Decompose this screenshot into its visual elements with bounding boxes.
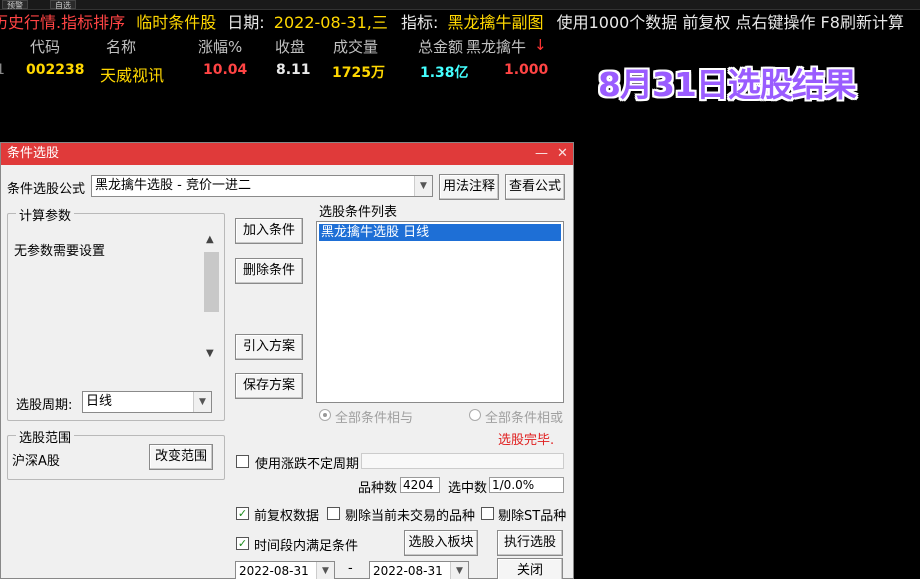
indicator-value: 黑龙擒牛副图 bbox=[447, 13, 544, 32]
chevron-down-icon[interactable]: ▼ bbox=[193, 392, 211, 412]
to-block-button[interactable]: 选股入板块 bbox=[404, 530, 478, 556]
chevron-down-icon[interactable]: ▼ bbox=[414, 176, 432, 196]
condition-selection-dialog: 条件选股 — ✕ 条件选股公式 黑龙擒牛选股 - 竞价一进二 ▼ 用法注释 查看… bbox=[0, 142, 574, 579]
minimize-icon[interactable]: — bbox=[535, 143, 548, 165]
info-tail: 使用1000个数据 前复权 点右键操作 F8刷新计算 bbox=[556, 13, 904, 32]
period-select[interactable]: 日线 ▼ bbox=[82, 391, 212, 413]
params-text: 无参数需要设置 bbox=[14, 244, 106, 259]
uncertain-period-field[interactable] bbox=[361, 453, 564, 469]
cell-code: 002238 bbox=[26, 62, 85, 78]
table-header: 代码 名称 涨幅% 收盘 成交量 总金额 黑龙擒牛 ↓ bbox=[0, 36, 560, 58]
cell-signal: 1.000 bbox=[504, 62, 549, 78]
cell-volume: 1725万 bbox=[332, 65, 385, 81]
cell-amount: 1.38亿 bbox=[420, 65, 469, 81]
cell-name: 天威视讯 bbox=[100, 66, 165, 85]
time-range-label: 时间段内满足条件 bbox=[254, 539, 359, 554]
chevron-down-icon[interactable]: ▼ bbox=[450, 562, 468, 579]
radio-and[interactable] bbox=[319, 409, 331, 421]
params-group-title: 计算参数 bbox=[16, 205, 75, 224]
delete-condition-button[interactable]: 删除条件 bbox=[235, 258, 303, 284]
radio-or[interactable] bbox=[469, 409, 481, 421]
execute-selection-button[interactable]: 执行选股 bbox=[497, 530, 563, 556]
uncertain-period-label: 使用涨跌不定周期 bbox=[255, 457, 360, 472]
date-from-value: 2022-08-31 bbox=[239, 564, 309, 578]
exclude-st-checkbox[interactable] bbox=[481, 507, 494, 520]
radio-or-label: 全部条件相或 bbox=[485, 411, 564, 426]
dialog-title: 条件选股 bbox=[7, 146, 60, 161]
selection-result-title: 8月31日选股结果 bbox=[598, 65, 857, 104]
selected-label: 选中数 bbox=[448, 481, 488, 496]
range-group: 选股范围 沪深A股 改变范围 bbox=[7, 427, 225, 480]
date-from-picker[interactable]: 2022-08-31 ▼ bbox=[235, 561, 335, 579]
period-value: 日线 bbox=[86, 394, 113, 409]
status-text: 选股完毕. bbox=[498, 433, 555, 448]
exclude-st-label: 剔除ST品种 bbox=[498, 509, 567, 524]
pre-adjust-checkbox[interactable]: ✓ bbox=[236, 507, 249, 520]
import-plan-button[interactable]: 引入方案 bbox=[235, 334, 303, 360]
top-tab-strip: 预警 自选 bbox=[0, 0, 920, 10]
params-group: 计算参数 无参数需要设置 ▲ ▼ 选股周期: 日线 ▼ bbox=[7, 205, 225, 421]
date-value: 2022-08-31,三 bbox=[273, 13, 388, 32]
scroll-down-icon[interactable]: ▼ bbox=[206, 348, 214, 359]
radio-and-label: 全部条件相与 bbox=[335, 411, 414, 426]
condition-list-label: 选股条件列表 bbox=[319, 205, 398, 220]
close-button[interactable]: 关闭 bbox=[497, 558, 563, 579]
table-row[interactable]: 1 002238 天威视讯 10.04 8.11 1725万 1.38亿 1.0… bbox=[0, 62, 560, 85]
date-to-value: 2022-08-31 bbox=[373, 564, 443, 578]
col-signal[interactable]: 黑龙擒牛 bbox=[466, 36, 526, 57]
date-to-picker[interactable]: 2022-08-31 ▼ bbox=[369, 561, 469, 579]
top-tab-2[interactable]: 自选 bbox=[50, 0, 76, 10]
scroll-up-icon[interactable]: ▲ bbox=[206, 234, 214, 245]
chevron-down-icon[interactable]: ▼ bbox=[316, 562, 334, 579]
formula-select[interactable]: 黑龙擒牛选股 - 竞价一进二 ▼ bbox=[91, 175, 433, 197]
info-bar: 历史行情.指标排序 临时条件股 日期: 2022-08-31,三 指标: 黑龙擒… bbox=[0, 10, 920, 35]
col-amount[interactable]: 总金额 bbox=[418, 36, 463, 57]
selected-value: 1/0.0% bbox=[489, 477, 564, 493]
exclude-not-traded-label: 剔除当前未交易的品种 bbox=[345, 509, 476, 524]
period-label: 选股周期: bbox=[16, 398, 73, 413]
scroll-thumb[interactable] bbox=[204, 252, 219, 312]
count-label: 品种数 bbox=[358, 481, 398, 496]
indicator-label: 指标: bbox=[400, 13, 439, 32]
date-label: 日期: bbox=[227, 13, 265, 32]
cell-close: 8.11 bbox=[276, 62, 311, 78]
sort-desc-icon: ↓ bbox=[534, 36, 547, 54]
time-range-checkbox[interactable]: ✓ bbox=[236, 537, 249, 550]
close-icon[interactable]: ✕ bbox=[557, 143, 568, 165]
formula-label: 条件选股公式 bbox=[7, 182, 86, 197]
dialog-titlebar[interactable]: 条件选股 — ✕ bbox=[1, 143, 573, 165]
add-condition-button[interactable]: 加入条件 bbox=[235, 218, 303, 244]
formula-value: 黑龙擒牛选股 - 竞价一进二 bbox=[95, 178, 251, 193]
col-code[interactable]: 代码 bbox=[30, 36, 60, 57]
cell-change: 10.04 bbox=[203, 62, 248, 78]
list-item[interactable]: 黑龙擒牛选股 日线 bbox=[319, 224, 561, 241]
temp-condition-text: 临时条件股 bbox=[136, 13, 217, 32]
col-volume[interactable]: 成交量 bbox=[333, 36, 378, 57]
col-name[interactable]: 名称 bbox=[106, 36, 136, 57]
top-tab-1[interactable]: 预警 bbox=[2, 0, 28, 10]
market-mode-text: 历史行情.指标排序 bbox=[0, 13, 126, 32]
uncertain-period-checkbox[interactable] bbox=[236, 455, 249, 468]
range-value: 沪深A股 bbox=[12, 454, 60, 469]
usage-notes-button[interactable]: 用法注释 bbox=[439, 174, 499, 200]
params-scrollbar[interactable]: ▲ ▼ bbox=[204, 234, 220, 364]
count-value: 4204 bbox=[400, 477, 440, 493]
range-group-title: 选股范围 bbox=[16, 427, 75, 446]
col-close[interactable]: 收盘 bbox=[275, 36, 305, 57]
view-formula-button[interactable]: 查看公式 bbox=[505, 174, 565, 200]
row-marker: 1 bbox=[0, 62, 5, 78]
pre-adjust-label: 前复权数据 bbox=[254, 509, 320, 524]
exclude-not-traded-checkbox[interactable] bbox=[327, 507, 340, 520]
change-range-button[interactable]: 改变范围 bbox=[149, 444, 213, 470]
condition-list[interactable]: 黑龙擒牛选股 日线 bbox=[316, 221, 564, 403]
date-separator: - bbox=[348, 561, 353, 576]
save-plan-button[interactable]: 保存方案 bbox=[235, 373, 303, 399]
col-change[interactable]: 涨幅% bbox=[198, 36, 242, 57]
